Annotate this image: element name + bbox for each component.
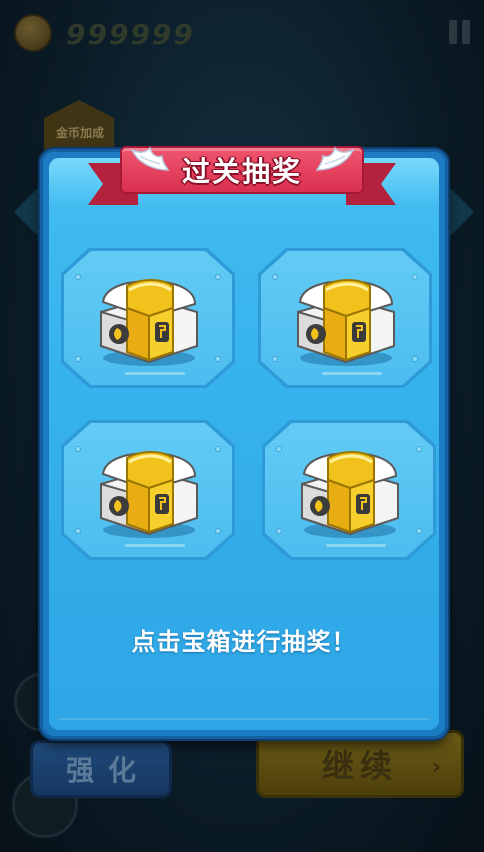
- coin-bonus-label: 金币加成: [55, 126, 104, 140]
- chest-slot-2[interactable]: [258, 248, 432, 388]
- chevron-right-icon: ›: [431, 755, 441, 780]
- wing-right-icon: [315, 146, 355, 171]
- dialog-title: 过关抽奖: [181, 155, 302, 188]
- wing-left-icon: [130, 146, 170, 171]
- strengthen-label: 强化: [65, 754, 150, 787]
- coin-count: 999999: [66, 18, 195, 51]
- dialog-hint: 点击宝箱进行抽奖！: [131, 628, 357, 656]
- treasure-chest-icon: [301, 451, 399, 538]
- continue-label: 继续: [321, 747, 398, 785]
- chest-slot-1[interactable]: [61, 248, 235, 388]
- coin-icon: [14, 14, 52, 52]
- treasure-chest-icon: [297, 279, 395, 366]
- chest-slot-3[interactable]: [61, 420, 235, 560]
- treasure-chest-icon: [100, 279, 198, 366]
- treasure-chest-icon: [100, 451, 198, 538]
- continue-button[interactable]: 继续 ›: [256, 730, 464, 798]
- pause-button[interactable]: [447, 20, 471, 44]
- chest-slot-4[interactable]: [262, 420, 436, 560]
- strengthen-button[interactable]: 强化: [30, 740, 172, 798]
